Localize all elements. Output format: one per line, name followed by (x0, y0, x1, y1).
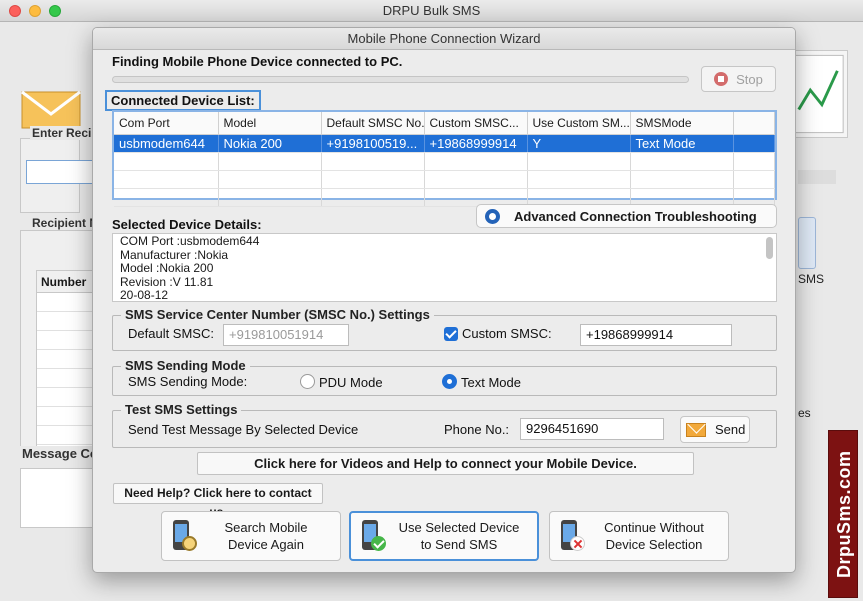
phone-number-field[interactable]: 9296451690 (520, 418, 664, 440)
cell-sms-mode: Text Mode (630, 134, 734, 153)
bg-recipient-input[interactable] (26, 160, 94, 184)
column-header-empty (733, 112, 775, 135)
continue-without-device-button[interactable]: Continue Without Device Selection (549, 511, 729, 561)
send-test-button[interactable]: Send (680, 416, 750, 443)
default-smsc-field[interactable]: +919810051914 (223, 324, 349, 346)
contact-help-button[interactable]: Need Help? Click here to contact us. (113, 483, 323, 519)
table-row (37, 426, 95, 445)
connected-device-list-title: Connected Device List: (105, 90, 261, 111)
default-smsc-label: Default SMSC: (128, 326, 214, 341)
details-line: 20-08-12 (120, 288, 169, 302)
table-row (37, 312, 95, 331)
column-header-model[interactable]: Model (218, 112, 322, 135)
advanced-troubleshooting-label: Advanced Connection Troubleshooting (514, 208, 757, 224)
search-device-again-button[interactable]: Search Mobile Device Again (161, 511, 341, 561)
use-selected-device-label: Use Selected Device to Send SMS (398, 520, 520, 552)
column-header-use-custom-smsc[interactable]: Use Custom SM... (527, 112, 631, 135)
table-row (114, 152, 775, 171)
details-line: Model :Nokia 200 (120, 261, 214, 275)
connection-wizard-dialog: Mobile Phone Connection Wizard Finding M… (92, 27, 796, 573)
cell-model: Nokia 200 (218, 134, 322, 153)
close-window-icon[interactable] (9, 5, 21, 17)
table-row (37, 388, 95, 407)
cell-custom-smsc: +19868999914 (424, 134, 528, 153)
test-sms-description: Send Test Message By Selected Device (128, 422, 359, 437)
connected-device-grid[interactable]: Com Port Model Default SMSC No. Custom S… (112, 110, 777, 207)
bg-message-label: Message Co (20, 446, 100, 461)
details-line: Revision :V 11.81 (120, 274, 214, 289)
bg-recipient-table: Number (36, 270, 96, 450)
selected-device-details-title: Selected Device Details: (112, 217, 262, 232)
gear-icon (485, 208, 500, 224)
bg-recipient-label: Recipient N (30, 216, 101, 230)
column-header-custom-smsc[interactable]: Custom SMSC... (424, 112, 528, 135)
table-row (37, 407, 95, 426)
cell-default-smsc: +9198100519... (321, 134, 425, 153)
finding-device-text: Finding Mobile Phone Device connected to… (112, 54, 403, 69)
pdu-mode-label: PDU Mode (319, 375, 383, 390)
app-logo-chart-icon (790, 50, 848, 138)
sms-sending-mode-label: SMS Sending Mode: (128, 374, 248, 389)
dialog-title: Mobile Phone Connection Wizard (347, 31, 541, 46)
sms-sending-mode-legend: SMS Sending Mode (121, 358, 250, 373)
bg-number-column-header: Number (37, 271, 95, 293)
phone-check-icon (359, 519, 386, 553)
text-mode-radio[interactable] (442, 374, 457, 389)
device-details-textarea[interactable]: COM Port :usbmodem644 Manufacturer :Noki… (112, 233, 777, 302)
app-logo-envelope-icon (21, 90, 81, 129)
phone-cancel-icon (558, 519, 585, 553)
bg-message-textarea[interactable] (20, 468, 94, 528)
cell-use-custom-smsc: Y (527, 134, 631, 153)
table-row (37, 369, 95, 388)
minimize-window-icon[interactable] (29, 5, 41, 17)
bg-right-es-text: es (798, 406, 811, 420)
bg-right-sms-text: SMS (798, 272, 825, 286)
table-row (114, 170, 775, 189)
stop-button[interactable]: Stop (701, 66, 776, 92)
phone-search-icon (170, 519, 197, 553)
stop-icon (714, 72, 729, 86)
table-row (37, 331, 95, 350)
table-row (37, 350, 95, 369)
pdu-mode-radio[interactable] (300, 374, 315, 389)
custom-smsc-label: Custom SMSC: (462, 326, 552, 341)
details-line: Manufacturer :Nokia (120, 247, 229, 262)
zoom-window-icon[interactable] (49, 5, 61, 17)
grid-header-row: Com Port Model Default SMSC No. Custom S… (114, 112, 775, 135)
use-selected-device-button[interactable]: Use Selected Device to Send SMS (349, 511, 539, 561)
stop-button-label: Stop (736, 71, 763, 87)
search-device-again-label: Search Mobile Device Again (224, 520, 308, 552)
envelope-icon (686, 422, 706, 437)
bg-right-button[interactable] (798, 217, 816, 269)
column-header-sms-mode[interactable]: SMSMode (630, 112, 734, 135)
details-scrollbar[interactable] (766, 237, 773, 259)
bg-right-strip (798, 170, 836, 184)
search-progress-bar (112, 76, 689, 83)
brand-watermark-badge: DrpuSms.com (828, 430, 858, 598)
table-row (37, 293, 95, 312)
smsc-settings-legend: SMS Service Center Number (SMSC No.) Set… (121, 307, 434, 322)
text-mode-label: Text Mode (461, 375, 521, 390)
advanced-troubleshooting-button[interactable]: Advanced Connection Troubleshooting (476, 204, 777, 228)
custom-smsc-field[interactable]: +19868999914 (580, 324, 732, 346)
table-row[interactable]: usbmodem644 Nokia 200 +9198100519... +19… (114, 134, 775, 153)
custom-smsc-checkbox[interactable] (444, 327, 458, 341)
cell-com-port: usbmodem644 (114, 134, 219, 153)
videos-help-button[interactable]: Click here for Videos and Help to connec… (197, 452, 694, 475)
send-button-label: Send (715, 422, 746, 437)
column-header-default-smsc[interactable]: Default SMSC No. (321, 112, 425, 135)
column-header-com-port[interactable]: Com Port (114, 112, 219, 135)
phone-number-label: Phone No.: (444, 422, 510, 437)
cell-empty (733, 134, 775, 153)
continue-without-device-label: Continue Without Device Selection (604, 520, 704, 552)
test-sms-settings-legend: Test SMS Settings (121, 402, 242, 417)
details-line: COM Port :usbmodem644 (120, 234, 260, 248)
main-window-titlebar: DRPU Bulk SMS (0, 0, 863, 22)
dialog-titlebar: Mobile Phone Connection Wizard (93, 28, 795, 50)
main-window-title: DRPU Bulk SMS (382, 3, 481, 18)
